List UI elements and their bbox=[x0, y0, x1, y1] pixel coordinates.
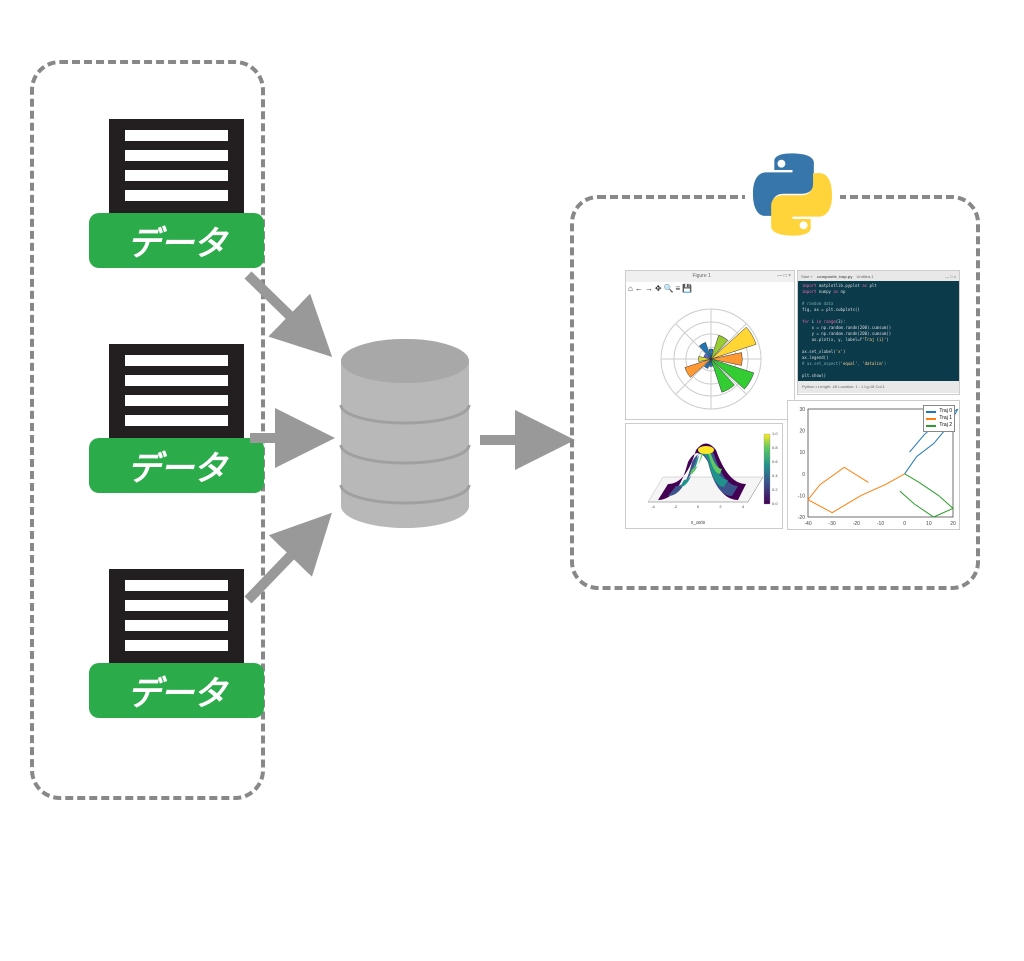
screenshot-line-plot: -40 -30 -20 -10 0 10 20 -20 -10 0 10 20 30 Traj 0Tr… bbox=[787, 400, 960, 530]
svg-text:4: 4 bbox=[742, 504, 745, 509]
svg-text:20: 20 bbox=[799, 429, 805, 435]
surface-3d-chart: 0.0 0.2 0.4 0.6 0.8 1.0 -4 -2 0 2 4 x_axis bbox=[626, 424, 783, 529]
svg-text:0: 0 bbox=[697, 504, 700, 509]
svg-text:-30: -30 bbox=[829, 521, 836, 527]
svg-text:10: 10 bbox=[926, 521, 932, 527]
svg-text:0: 0 bbox=[802, 472, 805, 478]
database-icon bbox=[335, 335, 475, 530]
svg-text:-20: -20 bbox=[798, 515, 805, 521]
matplotlib-toolbar: ⌂ ← → ✥ 🔍 ≡ 💾 bbox=[626, 282, 794, 294]
chart-legend: Traj 0Traj 1Traj 2 bbox=[923, 405, 955, 432]
window-titlebar: Figure 1— □ × bbox=[626, 271, 794, 282]
svg-text:-10: -10 bbox=[798, 493, 805, 499]
colorbar: 0.0 0.2 0.4 0.6 0.8 1.0 bbox=[764, 431, 778, 506]
screenshot-code-editor: Start + composite_trap.py Untitled-1 — □… bbox=[797, 270, 960, 395]
arrow-source-to-db bbox=[248, 275, 325, 350]
svg-text:10: 10 bbox=[799, 450, 805, 456]
polar-bar-chart bbox=[626, 294, 795, 419]
zoom-icon: 🔍 bbox=[664, 284, 674, 293]
svg-text:-20: -20 bbox=[853, 521, 860, 527]
python-output-screenshots: Figure 1— □ × ⌂ ← → ✥ 🔍 ≡ 💾 Start + comp… bbox=[625, 270, 960, 530]
editor-tab-bar: Start + composite_trap.py Untitled-1 — □… bbox=[798, 271, 959, 281]
svg-text:-4: -4 bbox=[651, 504, 655, 509]
screenshot-polar-figure: Figure 1— □ × ⌂ ← → ✥ 🔍 ≡ 💾 bbox=[625, 270, 795, 420]
screenshot-3d-surface: 0.0 0.2 0.4 0.6 0.8 1.0 -4 -2 0 2 4 x_axis bbox=[625, 423, 783, 529]
svg-text:1.0: 1.0 bbox=[772, 431, 778, 436]
arrow-source-to-db bbox=[248, 520, 325, 600]
code-editor-body: import matplotlib.pyplot as plt import n… bbox=[798, 281, 959, 381]
svg-text:30: 30 bbox=[799, 407, 805, 413]
pan-icon: ✥ bbox=[655, 284, 662, 293]
forward-icon: → bbox=[645, 284, 653, 293]
home-icon: ⌂ bbox=[628, 284, 633, 293]
editor-tab: Untitled-1 bbox=[856, 274, 873, 279]
svg-text:-40: -40 bbox=[804, 521, 811, 527]
svg-text:0.8: 0.8 bbox=[772, 445, 778, 450]
svg-text:-10: -10 bbox=[877, 521, 884, 527]
save-icon: 💾 bbox=[682, 284, 692, 293]
svg-text:0: 0 bbox=[903, 521, 906, 527]
svg-text:20: 20 bbox=[950, 521, 956, 527]
svg-text:-2: -2 bbox=[674, 504, 678, 509]
back-icon: ← bbox=[635, 284, 643, 293]
editor-statusbar: Python • Length: 48 Location: 1 : 1 Lg:1… bbox=[798, 381, 959, 393]
editor-tab: composite_trap.py bbox=[817, 274, 853, 279]
config-icon: ≡ bbox=[676, 284, 681, 293]
svg-text:0.4: 0.4 bbox=[772, 473, 778, 478]
axis-label: x_axis bbox=[691, 520, 706, 526]
svg-text:0.6: 0.6 bbox=[772, 459, 778, 464]
editor-tab: Start + bbox=[801, 274, 813, 279]
svg-text:0.0: 0.0 bbox=[772, 501, 778, 506]
svg-text:0.2: 0.2 bbox=[772, 487, 778, 492]
svg-text:2: 2 bbox=[719, 504, 722, 509]
python-logo-icon bbox=[745, 147, 840, 242]
